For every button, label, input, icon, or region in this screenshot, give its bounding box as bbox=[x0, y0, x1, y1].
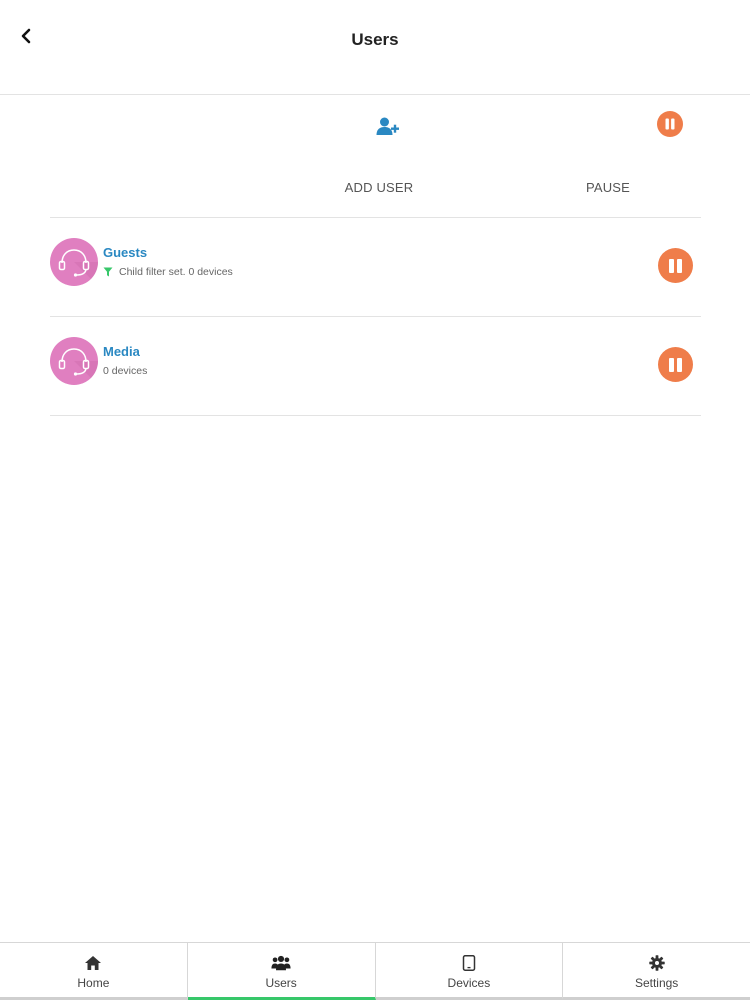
tab-home[interactable]: Home bbox=[0, 943, 188, 1000]
pause-user-button[interactable] bbox=[658, 347, 693, 382]
user-row-media[interactable]: Media 0 devices bbox=[50, 317, 701, 416]
user-list: Guests Child filter set. 0 devices Media… bbox=[50, 218, 701, 416]
pause-all-button[interactable]: PAUSE bbox=[558, 96, 698, 217]
avatar bbox=[50, 238, 98, 286]
add-user-label: ADD USER bbox=[344, 180, 414, 195]
user-subtitle: Child filter set. 0 devices bbox=[103, 266, 233, 278]
add-user-button[interactable]: ADD USER bbox=[310, 96, 450, 217]
user-name: Media bbox=[103, 344, 140, 359]
tab-bar: Home Users Devices Settings bbox=[0, 942, 750, 1000]
home-icon bbox=[83, 953, 103, 973]
pause-label: PAUSE bbox=[585, 180, 631, 195]
tablet-icon bbox=[459, 953, 479, 973]
user-name: Guests bbox=[103, 245, 148, 260]
page-title: Users bbox=[351, 30, 399, 49]
add-user-icon bbox=[373, 112, 403, 142]
tab-devices[interactable]: Devices bbox=[375, 943, 564, 1000]
headset-icon bbox=[58, 348, 98, 385]
users-icon bbox=[271, 953, 291, 973]
user-subtitle-text: Child filter set. 0 devices bbox=[119, 266, 233, 278]
tab-label: Devices bbox=[447, 976, 491, 990]
pause-icon bbox=[669, 357, 682, 372]
user-row-guests[interactable]: Guests Child filter set. 0 devices bbox=[50, 218, 701, 317]
tab-settings[interactable]: Settings bbox=[563, 943, 750, 1000]
pause-icon bbox=[655, 109, 685, 139]
app-screen: Users ADD USER PAUSE Guests Child filter… bbox=[0, 0, 750, 1000]
actions-bar: ADD USER PAUSE bbox=[50, 96, 701, 218]
tab-label: Settings bbox=[634, 976, 679, 990]
pause-user-button[interactable] bbox=[658, 248, 693, 283]
headset-icon bbox=[58, 249, 98, 286]
gear-icon bbox=[647, 953, 667, 973]
tab-label: Home bbox=[77, 976, 110, 990]
header: Users bbox=[0, 0, 750, 95]
filter-icon bbox=[103, 267, 113, 277]
tab-label: Users bbox=[265, 976, 297, 990]
user-subtitle-text: 0 devices bbox=[103, 365, 148, 377]
pause-icon bbox=[669, 258, 682, 273]
user-subtitle: 0 devices bbox=[103, 365, 147, 377]
tab-users[interactable]: Users bbox=[187, 943, 376, 1000]
avatar bbox=[50, 337, 98, 385]
